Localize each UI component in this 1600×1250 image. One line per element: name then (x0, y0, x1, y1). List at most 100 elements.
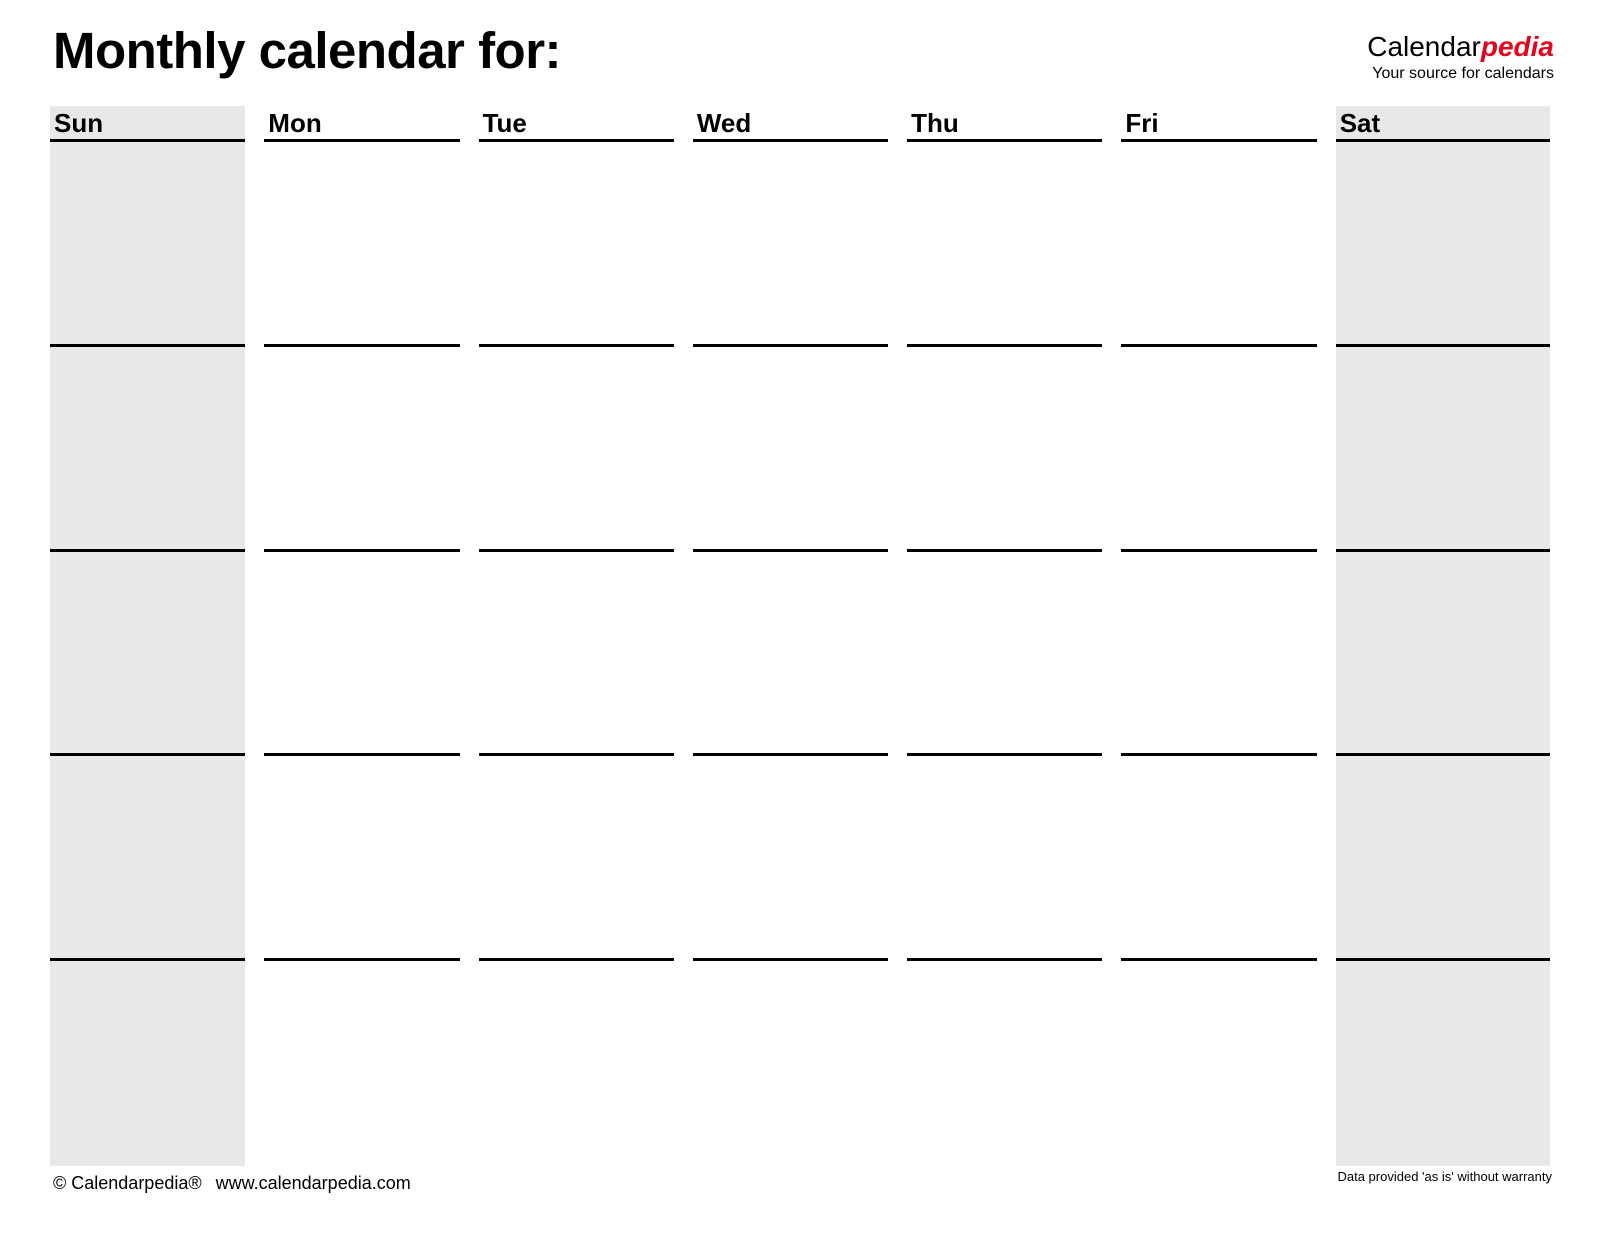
brand-wordmark-pedia: pedia (1480, 31, 1554, 62)
day-header-label: Thu (911, 108, 959, 138)
calendar-cell-w2-fri[interactable] (1121, 347, 1335, 552)
cell-writing-area[interactable] (1121, 552, 1317, 757)
calendar-cell-w5-wed[interactable] (693, 961, 907, 1166)
day-header-tue-cell: Tue (478, 106, 674, 142)
day-header-fri: Fri (1121, 106, 1335, 142)
calendar-cell-w3-tue[interactable] (478, 552, 693, 757)
calendar-grid: Sun Mon Tue Wed Thu Fri Sat (50, 106, 1550, 1166)
cell-writing-area[interactable] (907, 142, 1103, 347)
cell-writing-area[interactable] (1121, 142, 1317, 347)
day-header-label: Wed (696, 108, 752, 138)
cell-writing-area[interactable] (264, 756, 460, 962)
cell-writing-area[interactable] (1121, 756, 1317, 962)
calendar-cell-w4-sat[interactable] (1335, 756, 1550, 962)
cell-writing-area[interactable] (1335, 551, 1550, 757)
cell-writing-area[interactable] (478, 756, 674, 962)
cell-writing-area[interactable] (50, 756, 246, 962)
calendar-cell-w1-fri[interactable] (1121, 142, 1335, 347)
cell-writing-area[interactable] (479, 961, 674, 1166)
cell-writing-area[interactable] (478, 142, 674, 347)
cell-writing-area[interactable] (692, 552, 889, 757)
cell-writing-area[interactable] (50, 142, 246, 347)
day-header-label: Mon (268, 108, 322, 138)
calendar-cell-w1-sat[interactable] (1335, 142, 1550, 347)
day-header-label: Tue (482, 108, 527, 138)
calendar-cell-w1-sun[interactable] (50, 142, 264, 347)
calendar-cell-w4-mon[interactable] (264, 756, 478, 962)
day-header-wed: Wed (692, 106, 907, 142)
brand-wordmark: Calendarpedia (1367, 32, 1554, 62)
calendarpedia-logo: Calendarpedia Your source for calendars (1367, 32, 1554, 83)
calendar-cell-w3-wed[interactable] (692, 552, 907, 757)
cell-writing-area[interactable] (478, 347, 674, 552)
day-header-thu-cell: Thu (907, 106, 1103, 142)
footer-copyright: © Calendarpedia® (53, 1173, 202, 1193)
page-footer: © Calendarpedia® www.calendarpedia.com Da… (0, 1168, 1600, 1208)
cell-writing-area[interactable] (264, 552, 460, 757)
day-header-label: Sun (54, 108, 104, 138)
page-title: Monthly calendar for: (53, 22, 562, 79)
cell-writing-area[interactable] (1335, 961, 1550, 1166)
cell-writing-area[interactable] (264, 961, 459, 1166)
cell-writing-area[interactable] (50, 551, 246, 757)
cell-writing-area[interactable] (907, 961, 1102, 1166)
calendar-cell-w1-wed[interactable] (692, 142, 907, 347)
calendar-cell-w5-tue[interactable] (479, 961, 693, 1166)
calendar-cell-w3-sat[interactable] (1335, 551, 1550, 757)
footer-credit: © Calendarpedia® www.calendarpedia.com (53, 1172, 411, 1194)
day-header-sun: Sun (50, 106, 264, 142)
day-header-label: Sat (1339, 108, 1381, 138)
cell-writing-area[interactable] (478, 552, 674, 757)
calendar-cell-w3-fri[interactable] (1121, 552, 1335, 757)
day-header-sat: Sat (1335, 106, 1550, 142)
calendar-cell-w2-tue[interactable] (478, 347, 693, 552)
calendar-cell-w5-thu[interactable] (907, 961, 1121, 1166)
calendar-cell-w5-sat[interactable] (1335, 961, 1550, 1166)
calendar-cell-w2-sun[interactable] (50, 346, 264, 552)
calendar-cell-w2-mon[interactable] (264, 347, 478, 552)
cell-writing-area[interactable] (1121, 347, 1317, 552)
cell-writing-area[interactable] (693, 961, 888, 1166)
day-header-sat-cell: Sat (1335, 106, 1550, 142)
calendar-cell-w3-sun[interactable] (50, 551, 264, 757)
cell-writing-area[interactable] (50, 346, 246, 552)
calendar-cell-w2-wed[interactable] (692, 347, 907, 552)
cell-writing-area[interactable] (692, 142, 889, 347)
cell-writing-area[interactable] (264, 347, 460, 552)
cell-writing-area[interactable] (1335, 756, 1550, 962)
day-header-wed-cell: Wed (692, 106, 889, 142)
cell-writing-area[interactable] (1121, 961, 1316, 1166)
calendar-cell-w1-thu[interactable] (907, 142, 1121, 347)
calendar-cell-w4-sun[interactable] (50, 756, 264, 962)
cell-writing-area[interactable] (907, 756, 1103, 962)
cell-writing-area[interactable] (264, 142, 460, 347)
cell-writing-area[interactable] (50, 961, 246, 1166)
calendar-page: Monthly calendar for: Calendarpedia Your… (0, 0, 1600, 1250)
cell-writing-area[interactable] (907, 347, 1103, 552)
calendar-cell-w3-mon[interactable] (264, 552, 478, 757)
day-header-mon: Mon (264, 106, 478, 142)
cell-writing-area[interactable] (907, 552, 1103, 757)
calendar-cell-w4-thu[interactable] (907, 756, 1121, 962)
cell-writing-area[interactable] (1335, 346, 1550, 552)
calendar-cell-w4-tue[interactable] (478, 756, 693, 962)
calendar-cell-w2-thu[interactable] (907, 347, 1121, 552)
calendar-cell-w4-fri[interactable] (1121, 756, 1335, 962)
calendar-cell-w1-mon[interactable] (264, 142, 478, 347)
calendar-cell-w5-sun[interactable] (50, 961, 264, 1166)
calendar-cell-w4-wed[interactable] (692, 756, 907, 962)
calendar-cell-w5-fri[interactable] (1121, 961, 1335, 1166)
page-header: Monthly calendar for: Calendarpedia Your… (0, 0, 1600, 104)
cell-writing-area[interactable] (692, 756, 889, 962)
day-header-sun-cell: Sun (50, 106, 246, 142)
day-header-label: Fri (1125, 108, 1159, 138)
calendar-cell-w3-thu[interactable] (907, 552, 1121, 757)
footer-website[interactable]: www.calendarpedia.com (216, 1173, 411, 1193)
day-header-mon-cell: Mon (264, 106, 460, 142)
calendar-cell-w5-mon[interactable] (264, 961, 478, 1166)
day-header-thu: Thu (907, 106, 1121, 142)
cell-writing-area[interactable] (1335, 142, 1550, 347)
calendar-cell-w1-tue[interactable] (478, 142, 693, 347)
calendar-cell-w2-sat[interactable] (1335, 346, 1550, 552)
cell-writing-area[interactable] (692, 347, 889, 552)
